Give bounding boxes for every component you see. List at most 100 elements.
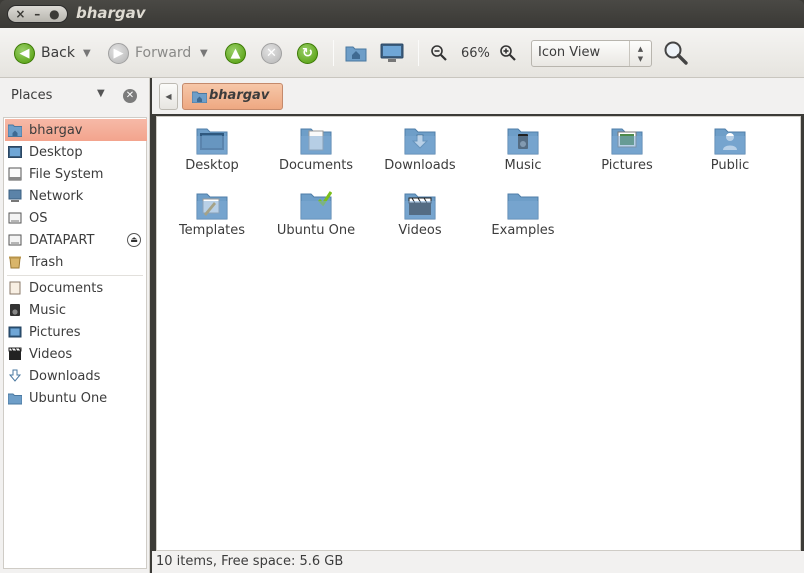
select-arrows-icon: ▲ ▼ bbox=[629, 41, 651, 66]
sidebar-item-label: Desktop bbox=[29, 144, 83, 160]
file-item-music[interactable]: Music bbox=[471, 125, 575, 173]
back-label: Back bbox=[41, 45, 75, 61]
back-history-dropdown[interactable]: ▼ bbox=[83, 28, 91, 78]
zoom-level[interactable]: 66% bbox=[461, 28, 490, 78]
sidebar-item-label: Network bbox=[29, 188, 84, 204]
stop-button[interactable]: ✕ bbox=[261, 28, 282, 78]
window-title: bhargav bbox=[76, 4, 146, 22]
file-item-examples[interactable]: Examples bbox=[471, 190, 575, 238]
templates-folder-icon bbox=[196, 190, 228, 220]
eject-icon[interactable]: ⏏ bbox=[127, 233, 141, 247]
pictures-icon bbox=[8, 325, 22, 339]
sidebar-item-network[interactable]: Network bbox=[5, 185, 147, 207]
sidebar-item-trash[interactable]: Trash bbox=[5, 251, 147, 273]
zoom-level-text: 66% bbox=[461, 45, 490, 61]
ubuntu-one-icon bbox=[7, 391, 23, 405]
up-button[interactable]: ▲ bbox=[225, 28, 246, 78]
toolbar: ◀ Back ▼ ▶ Forward ▼ ▲ ✕ ↻ 66% bbox=[0, 28, 804, 78]
back-arrow-icon: ◀ bbox=[14, 42, 35, 64]
sidebar-item-label: Ubuntu One bbox=[29, 390, 108, 406]
filesystem-icon bbox=[8, 167, 22, 181]
maximize-window-button[interactable]: ● bbox=[49, 5, 59, 23]
sidebar-item-bhargav[interactable]: bhargav bbox=[5, 119, 147, 141]
file-label: Templates bbox=[178, 223, 246, 238]
sidebar-item-ubuntu-one[interactable]: Ubuntu One bbox=[5, 387, 147, 409]
documents-folder-icon bbox=[300, 125, 332, 155]
sidebar-item-label: Downloads bbox=[29, 368, 101, 384]
file-item-public[interactable]: Public bbox=[678, 125, 782, 173]
zoom-out-icon bbox=[431, 45, 447, 61]
chevron-down-icon[interactable]: ▼ bbox=[97, 88, 105, 99]
search-icon bbox=[664, 41, 688, 65]
file-label: Ubuntu One bbox=[276, 223, 356, 238]
home-button[interactable] bbox=[345, 28, 367, 78]
reload-button[interactable]: ↻ bbox=[297, 28, 318, 78]
sidebar-item-pictures[interactable]: Pictures bbox=[5, 321, 147, 343]
file-label: Pictures bbox=[601, 158, 653, 173]
home-folder-icon bbox=[345, 46, 367, 62]
ubuntu-one-folder-icon bbox=[300, 190, 333, 220]
documents-icon bbox=[8, 281, 22, 295]
network-icon bbox=[8, 189, 22, 203]
downloads-folder-icon bbox=[404, 125, 436, 155]
drive-icon bbox=[8, 211, 22, 225]
file-item-videos[interactable]: Videos bbox=[368, 190, 472, 238]
minimize-window-button[interactable]: – bbox=[34, 5, 40, 23]
sidebar-item-datapart[interactable]: DATAPART ⏏ bbox=[5, 229, 147, 251]
file-item-desktop[interactable]: Desktop bbox=[160, 125, 264, 173]
zoom-out-button[interactable] bbox=[430, 28, 448, 78]
drive-icon bbox=[8, 233, 22, 247]
up-arrow-icon: ▲ bbox=[225, 42, 246, 64]
sidebar-item-label: DATAPART bbox=[29, 232, 95, 248]
places-header[interactable]: Places ▼ ✕ bbox=[0, 78, 150, 112]
stop-icon: ✕ bbox=[261, 42, 282, 64]
side-panel: Places ▼ ✕ bhargav Desktop File System Netw… bbox=[0, 78, 150, 573]
file-label: Documents bbox=[278, 158, 354, 173]
path-scroll-left-button[interactable]: ◀ bbox=[159, 83, 178, 110]
status-text: 10 items, Free space: 5.6 GB bbox=[156, 554, 344, 569]
music-icon bbox=[8, 303, 22, 317]
sidebar-item-music[interactable]: Music bbox=[5, 299, 147, 321]
home-folder-icon bbox=[192, 91, 207, 103]
close-panel-icon[interactable]: ✕ bbox=[123, 89, 137, 103]
zoom-in-button[interactable] bbox=[499, 28, 517, 78]
sidebar-item-videos[interactable]: Videos bbox=[5, 343, 147, 365]
sidebar-item-documents[interactable]: Documents bbox=[5, 277, 147, 299]
places-divider bbox=[7, 275, 143, 276]
music-folder-icon bbox=[507, 125, 539, 155]
sidebar-item-label: Pictures bbox=[29, 324, 81, 340]
sidebar-item-label: Trash bbox=[29, 254, 64, 270]
places-title: Places bbox=[11, 87, 53, 103]
search-button[interactable] bbox=[663, 28, 689, 78]
file-icon-view[interactable]: Desktop Documents Downloads Music Pictures Pu… bbox=[156, 116, 801, 551]
breadcrumb-current[interactable]: bhargav bbox=[182, 83, 283, 110]
toolbar-separator bbox=[333, 40, 334, 66]
reload-icon: ↻ bbox=[297, 42, 318, 64]
view-mode-select[interactable]: Icon View ▲ ▼ bbox=[531, 40, 652, 67]
file-item-documents[interactable]: Documents bbox=[264, 125, 368, 173]
file-label: Public bbox=[710, 158, 750, 173]
view-mode-value: Icon View bbox=[538, 45, 601, 60]
sidebar-item-label: Music bbox=[29, 302, 66, 318]
forward-button[interactable]: ▶ Forward bbox=[108, 28, 191, 78]
file-label: Desktop bbox=[185, 158, 239, 173]
sidebar-item-os[interactable]: OS bbox=[5, 207, 147, 229]
file-label: Examples bbox=[491, 223, 555, 238]
computer-button[interactable] bbox=[380, 28, 404, 78]
breadcrumb-label: bhargav bbox=[209, 88, 270, 103]
forward-history-dropdown[interactable]: ▼ bbox=[200, 28, 208, 78]
window-controls: × – ● bbox=[7, 5, 68, 23]
sidebar-item-desktop[interactable]: Desktop bbox=[5, 141, 147, 163]
back-button[interactable]: ◀ Back bbox=[14, 28, 75, 78]
sidebar-item-file-system[interactable]: File System bbox=[5, 163, 147, 185]
examples-folder-icon bbox=[507, 190, 539, 220]
file-item-pictures[interactable]: Pictures bbox=[575, 125, 679, 173]
file-item-ubuntu-one[interactable]: Ubuntu One bbox=[264, 190, 368, 238]
sidebar-item-label: Documents bbox=[29, 280, 104, 296]
sidebar-item-downloads[interactable]: Downloads bbox=[5, 365, 147, 387]
close-window-button[interactable]: × bbox=[15, 5, 25, 23]
chevron-down-icon: ▼ bbox=[200, 47, 208, 59]
file-item-downloads[interactable]: Downloads bbox=[368, 125, 472, 173]
file-label: Downloads bbox=[384, 158, 456, 173]
file-item-templates[interactable]: Templates bbox=[160, 190, 264, 238]
